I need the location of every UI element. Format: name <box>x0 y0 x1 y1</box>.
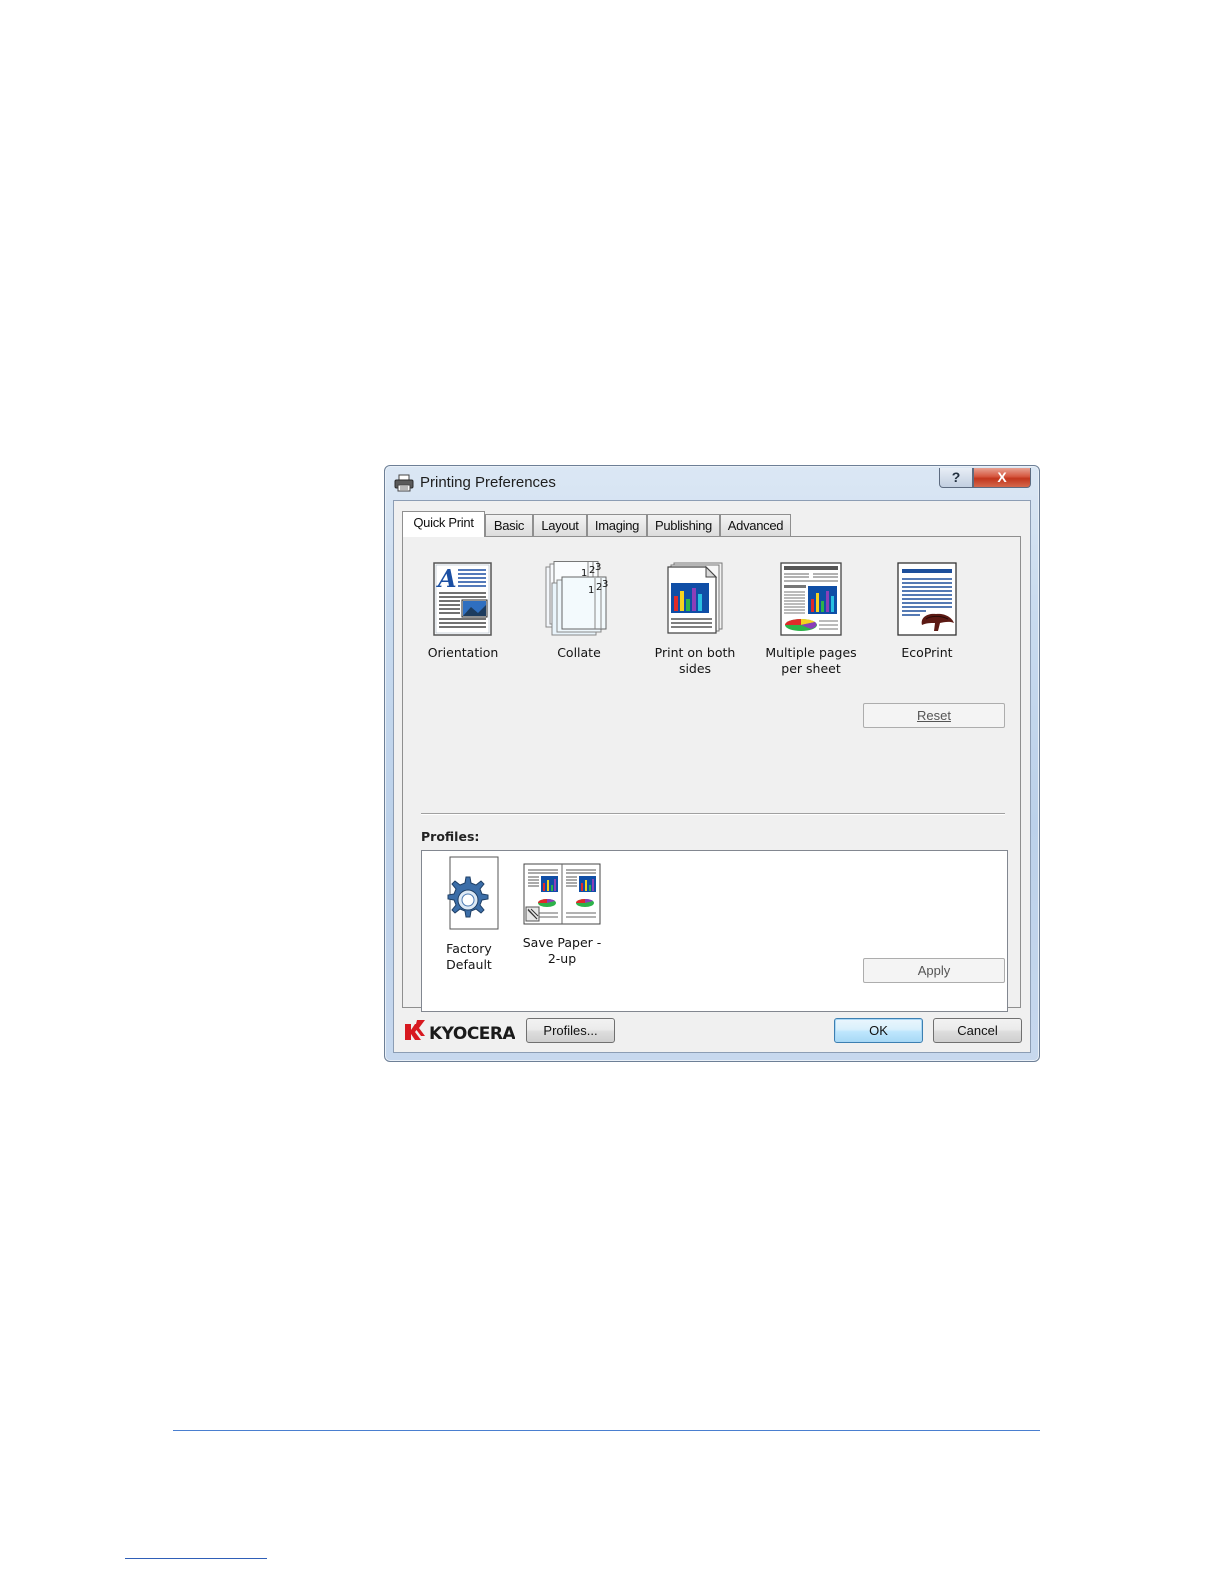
orientation-option[interactable]: A Orientation <box>408 561 518 661</box>
page-rule <box>173 1430 1040 1431</box>
collate-number-1: 1 <box>581 568 587 579</box>
printing-preferences-dialog: Printing Preferences ? X Quick Print Bas… <box>384 465 1040 1062</box>
cancel-button[interactable]: Cancel <box>933 1018 1022 1043</box>
multiple-pages-icon <box>780 562 842 636</box>
save-paper-line2: 2-up <box>547 951 577 966</box>
tab-imaging[interactable]: Imaging <box>587 514 647 536</box>
tab-publishing[interactable]: Publishing <box>647 514 720 536</box>
profiles-list[interactable]: Factory Default Save Paper - 2-up <box>421 850 1008 1012</box>
tab-advanced[interactable]: Advanced <box>720 514 791 536</box>
orientation-label: Orientation <box>408 645 518 661</box>
ecoprint-label-text: EcoPrint <box>901 645 953 660</box>
multiple-pages-label: Multiple pages per sheet <box>756 645 866 677</box>
ecoprint-icon <box>897 562 957 636</box>
window-title: Printing Preferences <box>420 474 556 491</box>
title-bar[interactable]: Printing Preferences ? X <box>385 466 1039 500</box>
duplex-icon <box>667 562 723 634</box>
multiple-pages-line2: per sheet <box>781 661 841 676</box>
multiple-pages-line1: Multiple pages <box>765 645 857 660</box>
kyocera-logo: KYOCERA <box>405 1020 517 1044</box>
ecoprint-option[interactable]: EcoPrint <box>872 561 982 661</box>
save-paper-2up-icon <box>523 863 601 925</box>
orientation-icon: A <box>433 562 492 636</box>
footer-underline <box>125 1558 267 1559</box>
close-button[interactable]: X <box>973 468 1031 488</box>
factory-default-line2: Default <box>446 957 492 972</box>
tab-quick-print[interactable]: Quick Print <box>402 511 485 537</box>
ecoprint-label: EcoPrint <box>872 645 982 661</box>
save-paper-line1: Save Paper - <box>522 935 602 950</box>
kyocera-logo-icon: KYOCERA <box>405 1020 517 1044</box>
multiple-pages-option[interactable]: Multiple pages per sheet <box>756 561 866 677</box>
save-paper-2up-label: Save Paper - 2-up <box>517 935 607 967</box>
profiles-heading: Profiles: <box>421 829 480 844</box>
profiles-button[interactable]: Profiles... <box>526 1018 615 1043</box>
collate-label: Collate <box>524 645 634 661</box>
kyocera-logo-text: KYOCERA <box>429 1024 515 1044</box>
profile-factory-default[interactable]: Factory Default <box>424 855 514 973</box>
collate-label-text: Collate <box>557 645 601 660</box>
factory-default-gear-icon <box>447 856 499 930</box>
apply-button-label: Apply <box>917 963 951 978</box>
reset-button-label: Reset <box>917 708 951 723</box>
orientation-label-text: Orientation <box>427 645 499 660</box>
print-both-sides-option[interactable]: Print on both sides <box>640 561 750 677</box>
printer-icon <box>394 474 414 492</box>
collate-number-3b: 3 <box>602 579 608 590</box>
collate-icon: 1 2 3 1 2 3 <box>545 561 608 636</box>
factory-default-label: Factory Default <box>424 941 514 973</box>
reset-button[interactable]: Reset <box>863 703 1005 728</box>
dialog-client-area: Quick Print Basic Layout Imaging Publish… <box>393 500 1031 1053</box>
apply-button[interactable]: Apply <box>863 958 1005 983</box>
help-button[interactable]: ? <box>939 468 973 488</box>
collate-number-3: 3 <box>595 562 601 573</box>
tab-basic[interactable]: Basic <box>485 514 533 536</box>
quick-print-panel: A Orientation 1 2 3 1 2 3 Collate Print … <box>402 536 1021 1012</box>
tab-layout[interactable]: Layout <box>533 514 587 536</box>
panel-separator <box>421 813 1005 815</box>
svg-text:A: A <box>436 564 457 593</box>
print-both-sides-label: Print on both sides <box>640 645 750 677</box>
factory-default-line1: Factory <box>446 941 492 956</box>
collate-option[interactable]: 1 2 3 1 2 3 Collate <box>524 561 634 661</box>
collate-number-1b: 1 <box>588 585 594 596</box>
print-both-sides-line2: sides <box>678 661 712 676</box>
ok-button[interactable]: OK <box>834 1018 923 1043</box>
print-both-sides-line1: Print on both <box>654 645 736 660</box>
profile-save-paper-2up[interactable]: Save Paper - 2-up <box>517 863 607 967</box>
